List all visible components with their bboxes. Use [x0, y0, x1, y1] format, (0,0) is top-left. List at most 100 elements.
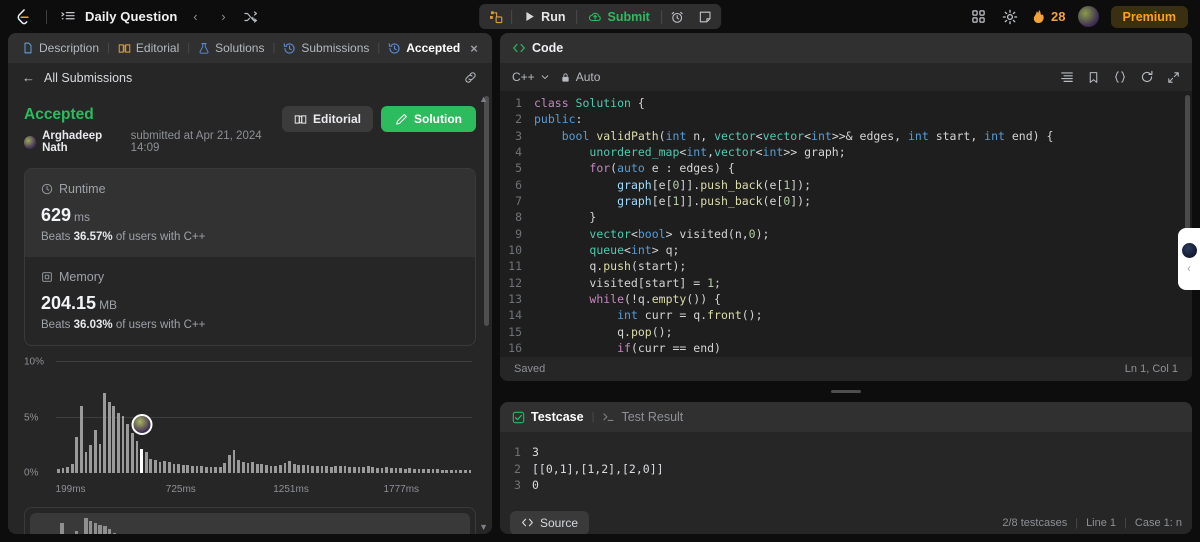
left-scrollbar-thumb[interactable] — [484, 96, 489, 326]
left-scrollbar[interactable]: ▲ ▼ — [479, 94, 489, 532]
tab-description[interactable]: Description — [14, 33, 107, 63]
line-number: 14 — [508, 308, 522, 323]
chevron-left-icon[interactable]: ‹ — [1187, 263, 1191, 275]
note-button[interactable] — [692, 6, 718, 27]
chart-bar — [274, 466, 278, 473]
reset-icon[interactable] — [1140, 70, 1154, 84]
testcase-content[interactable]: 1 3 2 [[0,1],[1,2],[2,0]] 3 0 — [500, 432, 1192, 506]
status-divider-2: | — [1124, 516, 1127, 529]
cloud-upload-icon — [589, 12, 602, 21]
chart-bar — [89, 445, 93, 473]
chart-bar — [468, 470, 472, 473]
link-icon[interactable] — [463, 70, 478, 85]
testcase-line-number: 1 — [514, 445, 521, 459]
tab-test-result-label: Test Result — [621, 410, 684, 424]
chart-minimap[interactable]: 199ms725ms1251ms1777ms — [24, 507, 476, 534]
next-question-button[interactable]: › — [213, 7, 233, 27]
back-arrow-icon[interactable]: ← — [22, 70, 35, 85]
auto-toggle[interactable]: Auto — [560, 70, 601, 84]
bookmark-icon[interactable] — [1087, 71, 1100, 84]
line-number: 6 — [515, 177, 522, 192]
my-submission-marker[interactable] — [131, 414, 152, 436]
tab-test-result[interactable]: Test Result — [602, 410, 683, 424]
line-number: 1 — [515, 96, 522, 110]
chart-bar — [246, 463, 250, 473]
braces-icon[interactable] — [1113, 70, 1127, 84]
chart-bar — [431, 469, 435, 473]
tab-solutions[interactable]: Solutions — [190, 33, 272, 63]
auto-label: Auto — [575, 70, 601, 84]
chart-x-tick: 1251ms — [273, 484, 309, 495]
editorial-button[interactable]: Editorial — [281, 106, 373, 132]
shuffle-icon[interactable] — [241, 7, 261, 27]
chart-bar — [126, 424, 130, 473]
runtime-value: 629 — [41, 205, 72, 225]
tab-accepted[interactable]: Accepted × — [380, 33, 486, 63]
expand-icon[interactable] — [1167, 71, 1180, 84]
all-submissions-link[interactable]: All Submissions — [44, 71, 132, 85]
problem-list-icon[interactable] — [59, 8, 77, 26]
leetcode-logo-icon[interactable] — [12, 6, 34, 28]
chart-bar — [98, 444, 102, 473]
run-button[interactable]: Run — [514, 6, 574, 27]
language-selector[interactable]: C++ — [512, 70, 550, 84]
prev-question-button[interactable]: ‹ — [185, 7, 205, 27]
close-icon[interactable]: × — [470, 41, 478, 56]
assistant-avatar[interactable] — [1181, 243, 1197, 258]
solution-button[interactable]: Solution — [381, 106, 476, 132]
chart-bar — [265, 465, 268, 473]
memory-stat[interactable]: Memory 204.15 MB Beats 36.03% of users wi… — [25, 257, 475, 345]
chart-x-tick: 1777ms — [383, 484, 420, 495]
code-text: while(!q.empty()) { — [589, 292, 721, 307]
line-number: 2 — [515, 112, 522, 127]
submissions-subheader: ← All Submissions — [8, 63, 492, 92]
timer-button[interactable] — [664, 6, 690, 27]
checkbox-icon — [512, 411, 525, 423]
runtime-distribution-chart[interactable]: 0% 5% 10% 199ms 725ms 1251ms 1777ms — [24, 356, 476, 501]
submitter-avatar — [24, 135, 37, 149]
tab-submissions[interactable]: Submissions — [275, 33, 377, 63]
chart-bar — [237, 459, 241, 473]
avatar[interactable] — [1077, 6, 1099, 27]
source-button[interactable]: Source — [510, 510, 590, 534]
document-icon — [24, 42, 32, 54]
assistant-float-widget[interactable]: ‹ — [1178, 228, 1200, 290]
premium-button[interactable]: Premium — [1110, 5, 1188, 28]
streak-indicator[interactable]: 28 — [1032, 9, 1066, 25]
submit-button[interactable]: Submit — [579, 6, 658, 27]
toolbar-divider — [511, 9, 513, 24]
chart-bar — [223, 463, 227, 473]
gear-icon[interactable] — [1000, 7, 1020, 27]
chart-bars — [56, 362, 472, 473]
memory-head: Memory — [41, 270, 459, 284]
runtime-stat[interactable]: Runtime 629 ms Beats 36.57% of users with… — [25, 169, 475, 257]
chart-bar — [181, 464, 185, 473]
panel-resize-handle[interactable] — [500, 389, 1192, 394]
tab-accepted-label: Accepted — [406, 41, 461, 55]
chart-bar — [278, 465, 282, 473]
tab-testcase[interactable]: Testcase — [512, 410, 584, 424]
chart-bar — [445, 469, 449, 473]
submitter-name[interactable]: Arghadeep Nath — [42, 130, 125, 154]
code-panel: Code C++ Auto 1 class Solution {2 publi… — [500, 33, 1192, 381]
code-tool-buttons — [1060, 70, 1180, 84]
debug-button[interactable] — [482, 6, 509, 27]
toolbar-divider-3 — [660, 9, 662, 24]
chart-bar — [200, 466, 204, 473]
scroll-up-icon[interactable]: ▲ — [479, 94, 488, 104]
testcase-line-row: 30 — [514, 477, 1178, 494]
scroll-down-icon[interactable]: ▼ — [479, 522, 488, 532]
code-line: 11 q.push(start); — [500, 258, 1192, 274]
format-icon[interactable] — [1060, 70, 1074, 84]
code-icon — [522, 518, 533, 527]
minimap-bar — [88, 521, 93, 534]
chart-bar — [56, 469, 60, 473]
code-editor[interactable]: 1 class Solution {2 public: 3 bool validPat… — [500, 91, 1192, 357]
memory-icon — [42, 272, 52, 282]
testcase-line-value: 3 — [532, 445, 539, 459]
submit-label: Submit — [607, 9, 650, 24]
tab-editorial[interactable]: Editorial — [110, 33, 187, 63]
tab-editorial-label: Editorial — [135, 41, 180, 55]
code-scrollbar-thumb[interactable] — [1185, 95, 1190, 245]
apps-grid-icon[interactable] — [968, 7, 988, 27]
